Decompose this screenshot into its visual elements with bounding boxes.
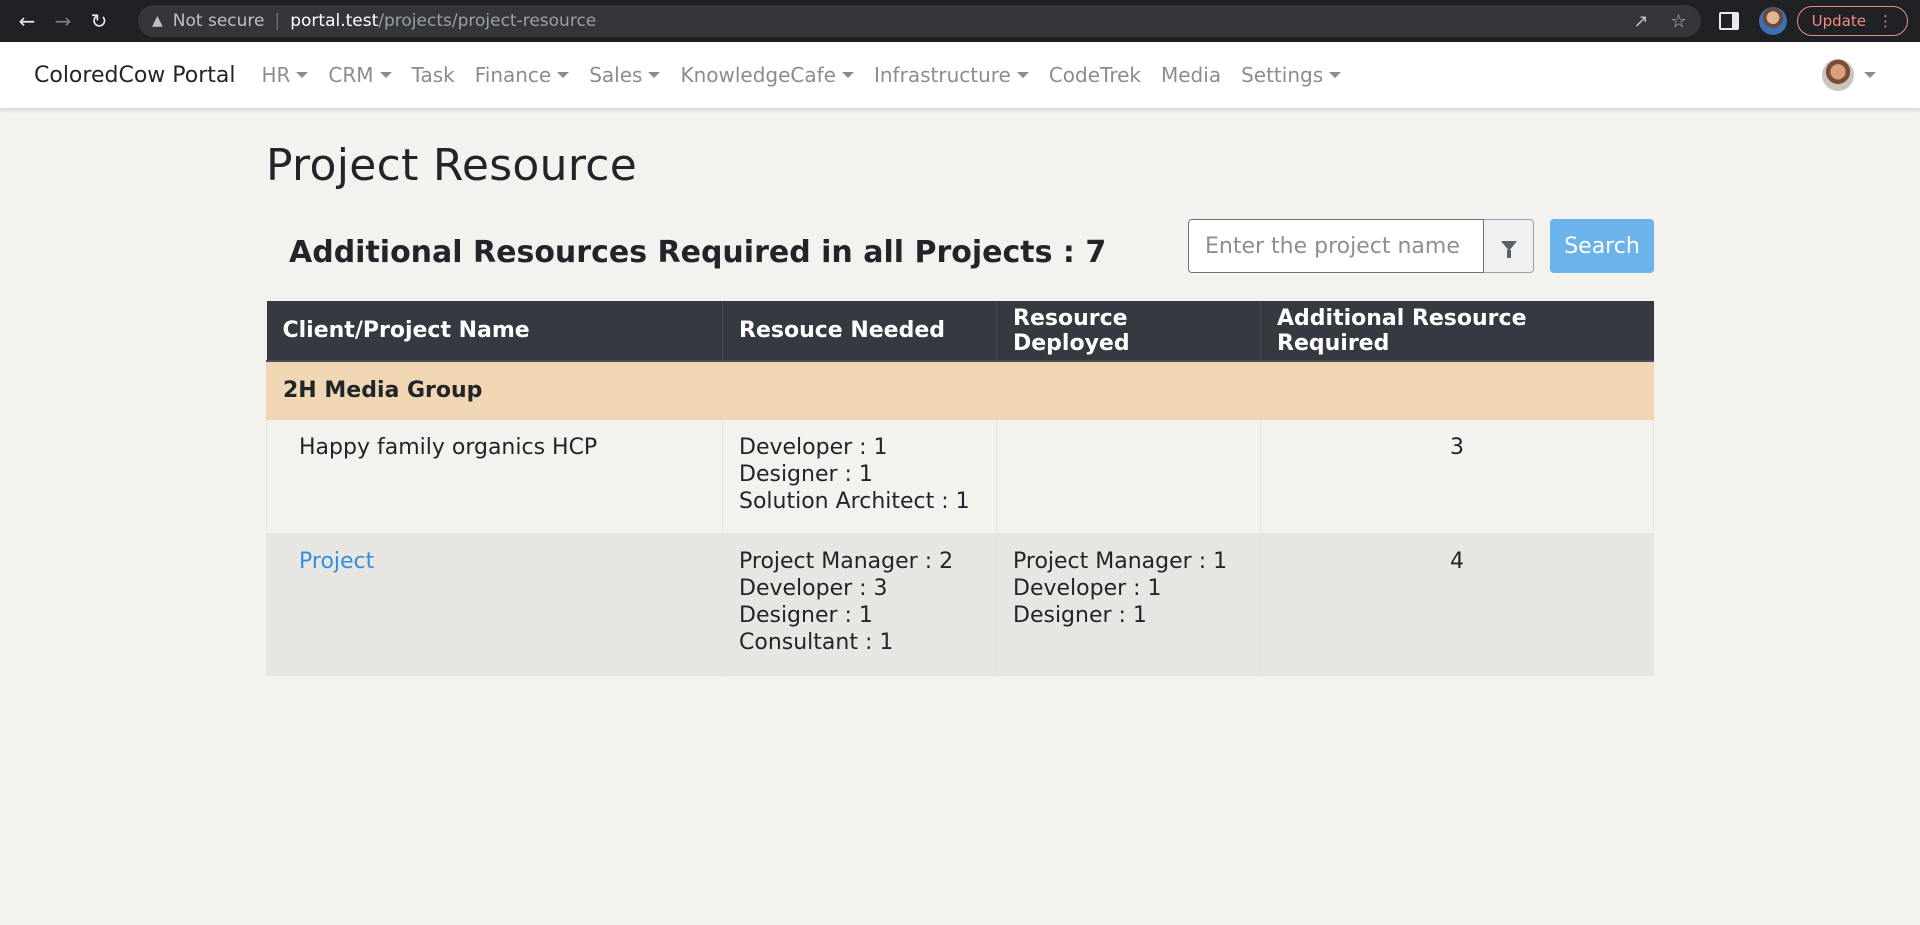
resource-deployed-cell: Project Manager : 1 Developer : 1 Design… xyxy=(996,532,1261,676)
nav-item-crm[interactable]: CRM xyxy=(328,63,392,87)
chevron-down-icon xyxy=(296,72,309,78)
summary-row: Additional Resources Required in all Pro… xyxy=(266,219,1654,279)
warning-icon: ▲ xyxy=(152,13,163,29)
client-group-row: 2H Media Group xyxy=(266,360,1654,420)
nav-item-label: Settings xyxy=(1241,63,1324,87)
nav-item-label: CRM xyxy=(328,63,374,87)
additional-required-value: 3 xyxy=(1260,418,1654,534)
nav-item-settings[interactable]: Settings xyxy=(1241,63,1342,87)
nav-item-infrastructure[interactable]: Infrastructure xyxy=(874,63,1029,87)
table-header-row: Client/Project Name Resouce Needed Resou… xyxy=(266,301,1654,362)
additional-resources-summary: Additional Resources Required in all Pro… xyxy=(289,234,1107,270)
search-form: Search xyxy=(1188,219,1654,273)
reload-icon[interactable]: ↻ xyxy=(84,6,114,36)
url-path: /projects/project-resource xyxy=(378,11,597,31)
chevron-down-icon xyxy=(1016,72,1029,78)
project-resource-table: Client/Project Name Resouce Needed Resou… xyxy=(266,301,1654,676)
nav-item-label: Task xyxy=(411,63,455,87)
resource-needed-item: Developer : 3 xyxy=(739,575,888,601)
resource-deployed-cell xyxy=(996,418,1261,534)
nav-item-label: Finance xyxy=(474,63,552,87)
forward-icon[interactable]: → xyxy=(48,6,78,36)
kebab-menu-icon: ⋮ xyxy=(1878,12,1893,30)
nav-item-codetrek[interactable]: CodeTrek xyxy=(1049,63,1141,87)
table-row: Project Project Manager : 2 Developer : … xyxy=(266,532,1654,676)
nav-item-label: Infrastructure xyxy=(873,63,1011,87)
project-search-input[interactable] xyxy=(1188,219,1484,273)
chevron-down-icon xyxy=(1329,72,1342,78)
resource-needed-cell: Developer : 1 Designer : 1 Solution Arch… xyxy=(722,418,997,534)
project-link[interactable]: Project xyxy=(299,549,374,574)
additional-required-value: 4 xyxy=(1260,532,1654,676)
nav-item-media[interactable]: Media xyxy=(1161,63,1221,87)
column-header-client-project: Client/Project Name xyxy=(266,301,723,362)
star-icon[interactable]: ☆ xyxy=(1671,11,1687,32)
nav-item-sales[interactable]: Sales xyxy=(589,63,661,87)
resource-needed-item: Solution Architect : 1 xyxy=(739,488,970,514)
resource-needed-cell: Project Manager : 2 Developer : 3 Design… xyxy=(722,532,997,676)
url-host: portal.test xyxy=(290,11,379,31)
chevron-down-icon xyxy=(1864,72,1876,78)
client-name: 2H Media Group xyxy=(266,360,1654,420)
column-header-resource-deployed: Resource Deployed xyxy=(996,301,1261,362)
main-content: Project Resource Additional Resources Re… xyxy=(266,108,1654,676)
back-icon[interactable]: ← xyxy=(12,6,42,36)
chevron-down-icon xyxy=(557,72,570,78)
filter-button[interactable] xyxy=(1484,219,1534,273)
filter-icon xyxy=(1500,241,1517,258)
nav-item-label: Media xyxy=(1161,63,1222,87)
resource-needed-item: Designer : 1 xyxy=(739,602,873,628)
not-secure-label: Not secure xyxy=(172,11,265,31)
brand-logo[interactable]: ColoredCow Portal xyxy=(34,63,235,88)
nav-item-task[interactable]: Task xyxy=(412,63,455,87)
chevron-down-icon xyxy=(841,72,854,78)
app-navbar: ColoredCow Portal HR CRM Task Finance Sales K… xyxy=(0,42,1920,108)
resource-needed-item: Consultant : 1 xyxy=(739,629,894,655)
update-label: Update xyxy=(1811,12,1866,30)
nav-item-label: CodeTrek xyxy=(1048,63,1141,87)
side-panel-icon[interactable] xyxy=(1718,12,1739,30)
nav-item-label: Sales xyxy=(589,63,643,87)
nav-item-label: HR xyxy=(261,63,291,87)
page-title: Project Resource xyxy=(266,140,638,191)
avatar[interactable] xyxy=(1822,59,1854,91)
resource-needed-item: Project Manager : 2 xyxy=(739,548,954,574)
resource-deployed-item: Developer : 1 xyxy=(1013,575,1162,601)
nav-item-label: KnowledgeCafe xyxy=(680,63,836,87)
resource-deployed-item: Designer : 1 xyxy=(1013,602,1147,628)
search-button[interactable]: Search xyxy=(1550,219,1654,273)
update-button[interactable]: Update ⋮ xyxy=(1796,6,1908,36)
browser-profile-avatar[interactable] xyxy=(1758,7,1787,35)
separator: | xyxy=(274,11,281,31)
nav-item-hr[interactable]: HR xyxy=(261,63,309,87)
nav-menu: HR CRM Task Finance Sales KnowledgeCafe Infras… xyxy=(261,63,1361,87)
nav-item-finance[interactable]: Finance xyxy=(475,63,570,87)
chevron-down-icon xyxy=(379,72,392,78)
table-row: Happy family organics HCP Developer : 1 … xyxy=(266,418,1654,534)
column-header-resource-needed: Resouce Needed xyxy=(722,301,997,362)
project-name-cell: Project xyxy=(266,532,723,676)
resource-needed-item: Designer : 1 xyxy=(739,461,873,487)
share-icon[interactable]: ↗ xyxy=(1633,11,1648,32)
resource-needed-item: Developer : 1 xyxy=(739,434,888,460)
address-bar[interactable]: ▲ Not secure | portal.test /projects/pro… xyxy=(138,5,1701,37)
project-name: Happy family organics HCP xyxy=(266,418,723,534)
user-menu[interactable] xyxy=(1822,59,1876,91)
column-header-additional-required: Additional Resource Required xyxy=(1260,301,1654,362)
browser-toolbar: ← → ↻ ▲ Not secure | portal.test /projec… xyxy=(0,0,1920,42)
nav-item-knowledgecafe[interactable]: KnowledgeCafe xyxy=(680,63,854,87)
chevron-down-icon xyxy=(648,72,661,78)
resource-deployed-item: Project Manager : 1 xyxy=(1013,548,1228,574)
